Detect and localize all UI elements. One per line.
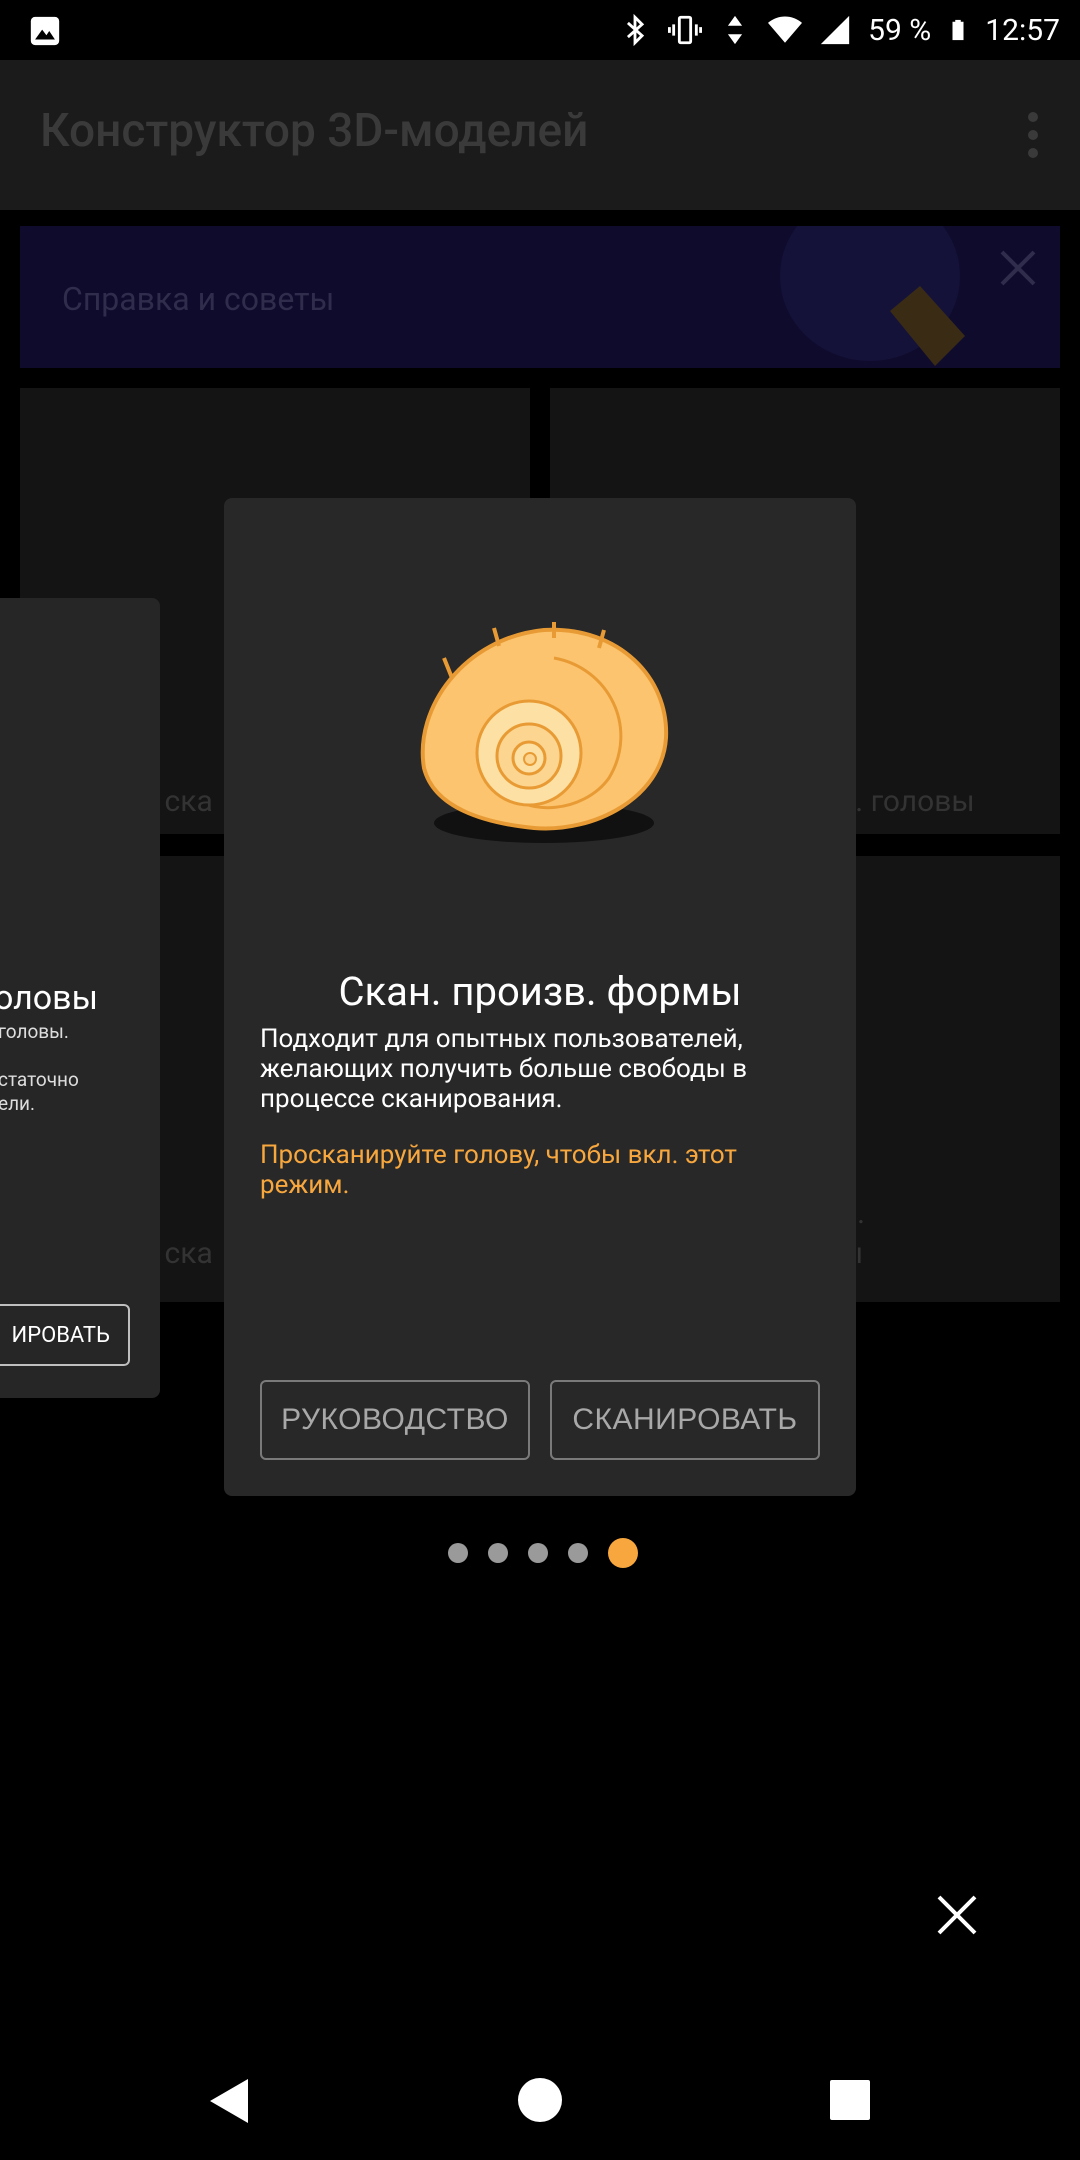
- bluetooth-icon: [627, 13, 645, 47]
- background-card-2-text: з. головы: [840, 784, 975, 819]
- card-warning: Просканируйте голову, чтобы вкл. этот ре…: [260, 1140, 737, 1200]
- page-dot-1[interactable]: [448, 1543, 468, 1563]
- page-dot-3[interactable]: [528, 1543, 548, 1563]
- page-dot-5-active[interactable]: [608, 1538, 638, 1568]
- card-title: Скан. произв. формы: [338, 968, 742, 1015]
- previous-card-line-1: головы.: [0, 1020, 69, 1043]
- close-banner-icon: [1000, 250, 1036, 286]
- page-dot-2[interactable]: [488, 1543, 508, 1563]
- wifi-icon: [768, 16, 803, 43]
- home-icon[interactable]: [518, 2078, 562, 2122]
- overflow-menu-icon: [1028, 112, 1040, 158]
- seashell-icon: [420, 622, 669, 843]
- scan-button[interactable]: СКАНИРОВАТЬ: [550, 1380, 820, 1460]
- help-banner-label: Справка и советы: [62, 280, 335, 318]
- guide-button[interactable]: РУКОВОДСТВО: [260, 1380, 530, 1460]
- recents-icon[interactable]: [830, 2080, 870, 2120]
- app-title: Конструктор 3D-моделей: [40, 104, 589, 158]
- navigation-bar: [0, 2040, 1080, 2160]
- help-banner: Справка и советы: [20, 226, 1060, 368]
- data-arrows-icon: [728, 15, 743, 45]
- clock: 12:57: [985, 12, 1060, 48]
- back-icon[interactable]: [206, 2076, 256, 2126]
- previous-card-line-3: ели.: [0, 1092, 36, 1115]
- signal-icon: [820, 15, 850, 45]
- card-description: Подходит для опытных пользователей, жела…: [260, 1024, 748, 1114]
- scan-mode-card: Скан. произв. формы Подходит для опытных…: [224, 498, 856, 1496]
- battery-icon: [952, 19, 964, 41]
- battery-percentage: 59 %: [868, 12, 932, 48]
- previous-card-title: оловы: [0, 978, 99, 1018]
- previous-mode-card[interactable]: оловы головы. статочно ели. ИРОВАТЬ: [0, 598, 160, 1398]
- app-bar: Конструктор 3D-моделей: [0, 60, 1080, 210]
- lightbulb-icon: [780, 226, 965, 366]
- previous-card-scan-button[interactable]: ИРОВАТЬ: [0, 1304, 130, 1366]
- vibrate-icon: [668, 15, 703, 45]
- page-dot-4[interactable]: [568, 1543, 588, 1563]
- previous-card-line-2: статочно: [0, 1068, 79, 1091]
- status-bar: 59 % 12:57: [0, 0, 1080, 60]
- close-icon[interactable]: [936, 1894, 978, 1936]
- image-icon: [30, 16, 60, 46]
- page-indicator: [448, 1538, 638, 1568]
